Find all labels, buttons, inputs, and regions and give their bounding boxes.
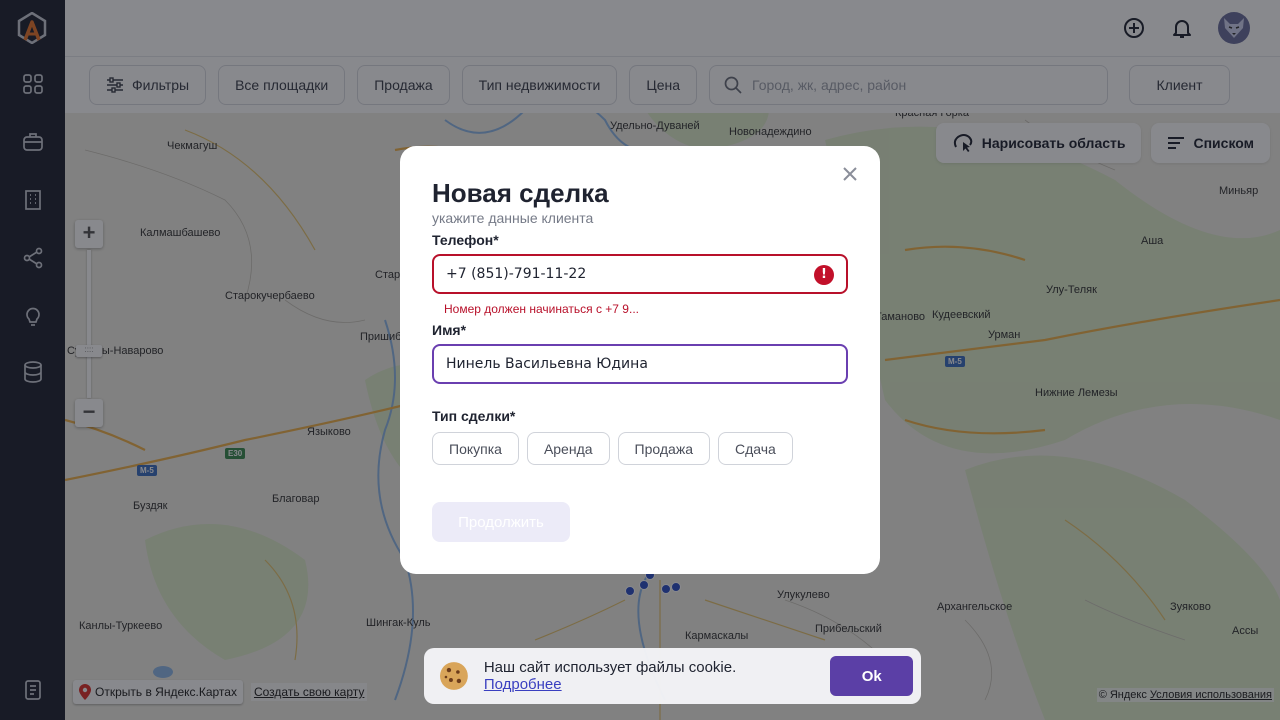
deal-type-rent[interactable]: Аренда — [526, 432, 610, 465]
phone-field[interactable]: +7 (851)-791-11-22 ! — [432, 254, 848, 294]
cookie-more-link[interactable]: Подробнее — [484, 676, 562, 693]
error-icon: ! — [814, 265, 834, 285]
new-deal-modal: Новая сделка укажите данные клиента Теле… — [400, 146, 880, 574]
cookie-message: Наш сайт использует файлы cookie. — [483, 659, 737, 676]
phone-error-message: Номер должен начинаться с +7 9... — [444, 302, 639, 316]
name-label: Имя* — [432, 322, 467, 338]
deal-type-options: Покупка Аренда Продажа Сдача — [432, 432, 848, 465]
continue-button[interactable]: Продолжить — [432, 502, 570, 542]
cookie-ok-button[interactable]: Ok — [830, 656, 913, 696]
cookie-banner: Наш сайт использует файлы cookie. Подроб… — [424, 648, 921, 704]
cookie-icon — [439, 662, 468, 690]
name-value: Нинель Васильевна Юдина — [446, 356, 648, 372]
name-field[interactable]: Нинель Васильевна Юдина — [432, 344, 848, 384]
cookie-text: Наш сайт использует файлы cookie. Подроб… — [484, 659, 817, 693]
deal-type-label: Тип сделки* — [432, 408, 516, 424]
phone-value: +7 (851)-791-11-22 — [446, 266, 587, 282]
deal-type-lease[interactable]: Сдача — [717, 432, 793, 465]
deal-type-sale[interactable]: Продажа — [617, 432, 710, 465]
modal-title: Новая сделка — [432, 178, 609, 208]
close-icon[interactable] — [840, 164, 860, 184]
deal-type-purchase[interactable]: Покупка — [432, 432, 519, 465]
modal-subtitle: укажите данные клиента — [432, 210, 594, 226]
phone-label: Телефон* — [432, 232, 499, 248]
